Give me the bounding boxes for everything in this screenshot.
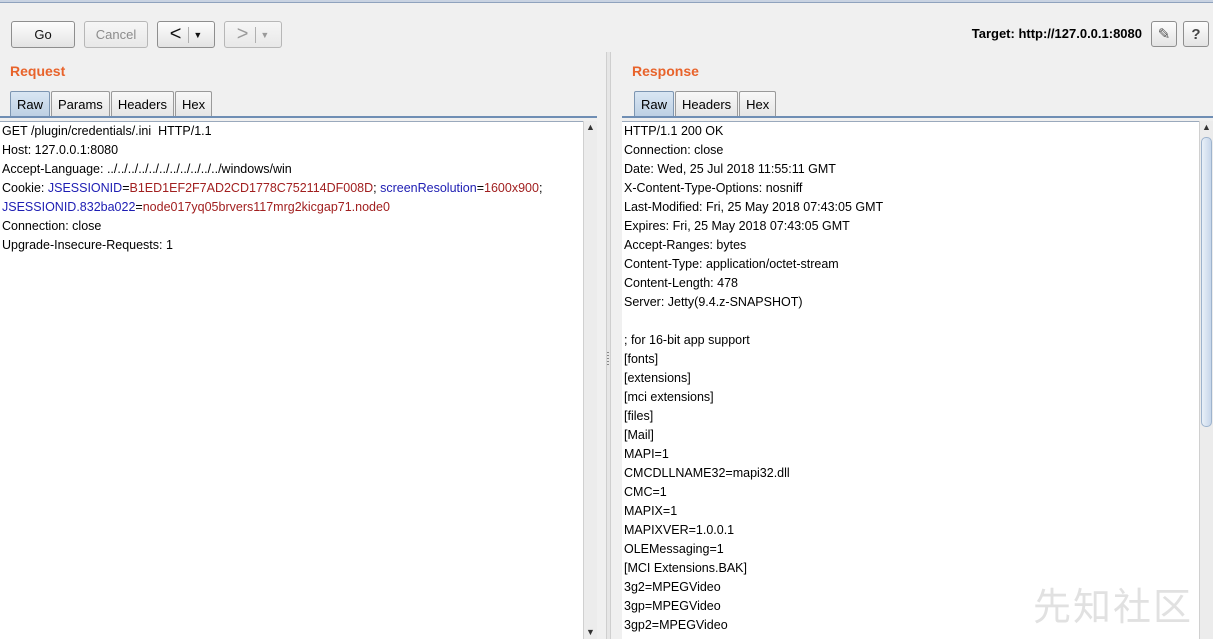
request-title: Request — [10, 63, 66, 79]
cookie-value: 1600x900 — [484, 181, 539, 195]
cookie-prefix: Cookie: — [2, 181, 48, 195]
request-editor[interactable]: GET /plugin/credentials/.ini HTTP/1.1 Ho… — [0, 121, 583, 639]
response-line: MAPI=1 — [624, 447, 669, 461]
request-line: Accept-Language: ../../../../../../../..… — [2, 162, 292, 176]
cancel-button[interactable]: Cancel — [84, 21, 148, 48]
button-separator — [255, 26, 257, 43]
request-tab-hex[interactable]: Hex — [174, 91, 213, 117]
go-button[interactable]: Go — [11, 21, 75, 48]
response-line: Accept-Ranges: bytes — [624, 238, 747, 252]
back-arrow-icon: < — [169, 22, 182, 45]
response-line: Content-Type: application/octet-stream — [624, 257, 839, 271]
response-line: MAPIX=1 — [624, 504, 678, 518]
cookie-value: node017yq05brvers117mrg2kicgap71.node0 — [142, 200, 390, 214]
button-separator — [188, 26, 190, 43]
split-divider[interactable] — [606, 52, 611, 639]
response-line: Last-Modified: Fri, 25 May 2018 07:43:05… — [624, 200, 884, 214]
response-line: Server: Jetty(9.4.z-SNAPSHOT) — [624, 295, 803, 309]
response-line: MAPIXVER=1.0.0.1 — [624, 523, 735, 537]
forward-button[interactable]: > ▼ — [224, 21, 282, 48]
response-line: CMC=1 — [624, 485, 667, 499]
scroll-up-icon[interactable]: ▲ — [584, 121, 597, 134]
request-tabs: Raw Params Headers Hex — [10, 91, 213, 117]
forward-arrow-icon: > — [236, 22, 249, 45]
request-tab-underline — [0, 116, 597, 118]
response-line: Connection: close — [624, 143, 724, 157]
back-button[interactable]: < ▼ — [157, 21, 215, 48]
response-line: Content-Length: 478 — [624, 276, 738, 290]
cookie-name: JSESSIONID — [47, 181, 123, 195]
response-line: OLEMessaging=1 — [624, 542, 724, 556]
request-scrollbar[interactable]: ▲ ▼ — [583, 121, 597, 639]
response-line: CMCDLLNAME32=mapi32.dll — [624, 466, 790, 480]
scroll-thumb[interactable] — [1201, 137, 1212, 427]
pencil-icon: ✎ — [1157, 26, 1171, 43]
response-line: [extensions] — [624, 371, 691, 385]
window-top-border — [0, 0, 1213, 3]
cookie-name: JSESSIONID.832ba022 — [2, 200, 136, 214]
request-cookie-line: Cookie: JSESSIONID=B1ED1EF2F7AD2CD1778C7… — [2, 181, 543, 195]
response-tab-headers[interactable]: Headers — [675, 91, 739, 117]
response-scrollbar[interactable]: ▲ — [1199, 121, 1213, 639]
response-line: [files] — [624, 409, 654, 423]
request-tab-raw[interactable]: Raw — [10, 91, 51, 117]
response-line: [Mail] — [624, 428, 654, 442]
response-tabs: Raw Headers Hex — [634, 91, 777, 117]
response-line: [mci extensions] — [624, 390, 714, 404]
scroll-up-icon[interactable]: ▲ — [1200, 121, 1213, 134]
request-line: Host: 127.0.0.1:8080 — [2, 143, 119, 157]
response-line: [fonts] — [624, 352, 659, 366]
watermark-logo: 先知社区 — [1032, 585, 1193, 629]
response-tab-hex[interactable]: Hex — [739, 91, 777, 117]
response-tab-underline — [622, 116, 1213, 118]
scroll-down-icon[interactable]: ▼ — [584, 626, 597, 639]
response-line — [622, 312, 1199, 331]
response-editor[interactable]: HTTP/1.1 200 OK Connection: close Date: … — [622, 121, 1199, 639]
target-label: Target: http://127.0.0.1:8080 — [971, 26, 1142, 41]
response-line: X-Content-Type-Options: nosniff — [624, 181, 803, 195]
response-title: Response — [632, 63, 699, 79]
response-line: ; for 16-bit app support — [624, 333, 750, 347]
request-tab-headers[interactable]: Headers — [110, 91, 174, 117]
request-line: Connection: close — [2, 219, 102, 233]
cookie-value: B1ED1EF2F7AD2CD1778C752114DF008D — [129, 181, 374, 195]
back-dropdown-icon[interactable]: ▼ — [193, 30, 202, 40]
forward-dropdown-icon[interactable]: ▼ — [260, 30, 269, 40]
request-line: GET /plugin/credentials/.ini HTTP/1.1 — [2, 124, 212, 138]
help-icon: ? — [1191, 25, 1201, 43]
request-line: Upgrade-Insecure-Requests: 1 — [2, 238, 173, 252]
request-tab-params[interactable]: Params — [51, 91, 110, 117]
edit-target-button[interactable]: ✎ — [1151, 21, 1177, 47]
request-cookie-line: JSESSIONID.832ba022=node017yq05brvers117… — [2, 200, 390, 214]
cookie-name: screenResolution — [380, 181, 477, 195]
help-button[interactable]: ? — [1183, 21, 1209, 47]
response-line: Expires: Fri, 25 May 2018 07:43:05 GMT — [624, 219, 850, 233]
response-line: HTTP/1.1 200 OK — [624, 124, 724, 138]
split-grip-icon[interactable] — [607, 352, 609, 366]
response-line: Date: Wed, 25 Jul 2018 11:55:11 GMT — [624, 162, 836, 176]
response-tab-raw[interactable]: Raw — [634, 91, 675, 117]
